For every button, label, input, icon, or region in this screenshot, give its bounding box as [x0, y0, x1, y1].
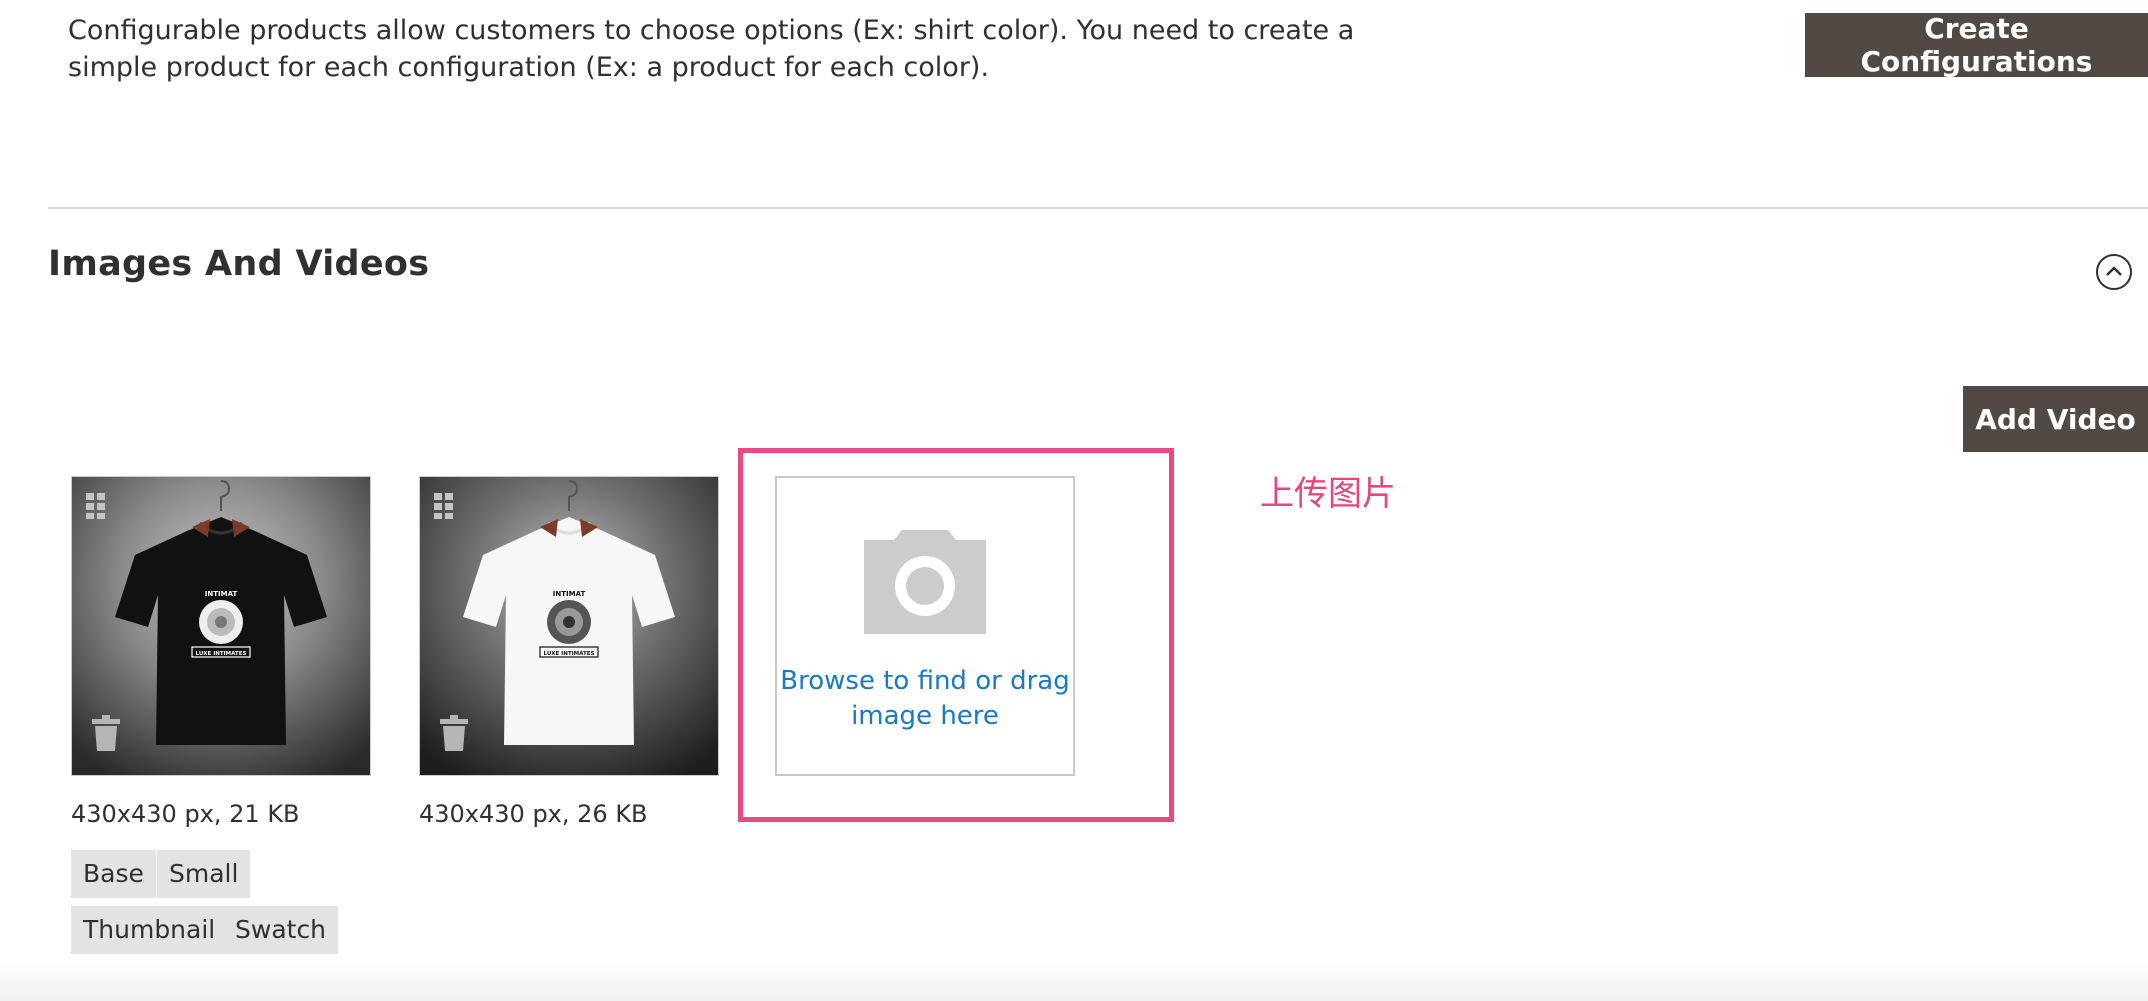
role-badge-thumbnail: Thumbnail	[71, 906, 228, 954]
bottom-shadow	[0, 960, 2148, 1001]
chevron-up-circle-icon[interactable]	[2096, 254, 2132, 290]
create-configurations-button[interactable]: Create Configurations	[1805, 12, 2148, 78]
image-meta: 430x430 px, 26 KB	[419, 800, 648, 828]
add-video-button[interactable]: Add Video	[1963, 386, 2148, 452]
drag-handle-icon[interactable]	[434, 493, 454, 519]
svg-text:LUXE INTIMATES: LUXE INTIMATES	[544, 651, 595, 657]
image-meta: 430x430 px, 21 KB	[71, 800, 300, 828]
drag-handle-icon[interactable]	[86, 493, 106, 519]
role-badge-small: Small	[157, 850, 251, 898]
images-and-videos-title: Images And Videos	[48, 244, 430, 284]
product-image-black-shirt[interactable]: INTIMAT LUXE INTIMATES	[71, 476, 371, 776]
role-badge-swatch: Swatch	[223, 906, 339, 954]
image-upload-dropzone[interactable]: Browse to find or drag image here	[775, 476, 1075, 776]
product-image-white-shirt[interactable]: INTIMAT LUXE INTIMATES	[419, 476, 719, 776]
trash-icon[interactable]	[92, 715, 120, 751]
upload-annotation-label: 上传图片	[1260, 474, 1396, 514]
svg-text:LUXE INTIMATES: LUXE INTIMATES	[196, 651, 247, 657]
configurations-description: Configurable products allow customers to…	[68, 15, 1355, 83]
role-badge-base: Base	[71, 850, 156, 898]
svg-text:INTIMAT: INTIMAT	[205, 590, 238, 598]
section-divider	[48, 207, 2148, 209]
svg-text:INTIMAT: INTIMAT	[553, 590, 586, 598]
browse-image-link[interactable]: Browse to find or drag image here	[777, 664, 1073, 734]
camera-icon	[864, 530, 986, 634]
trash-icon[interactable]	[440, 715, 468, 751]
